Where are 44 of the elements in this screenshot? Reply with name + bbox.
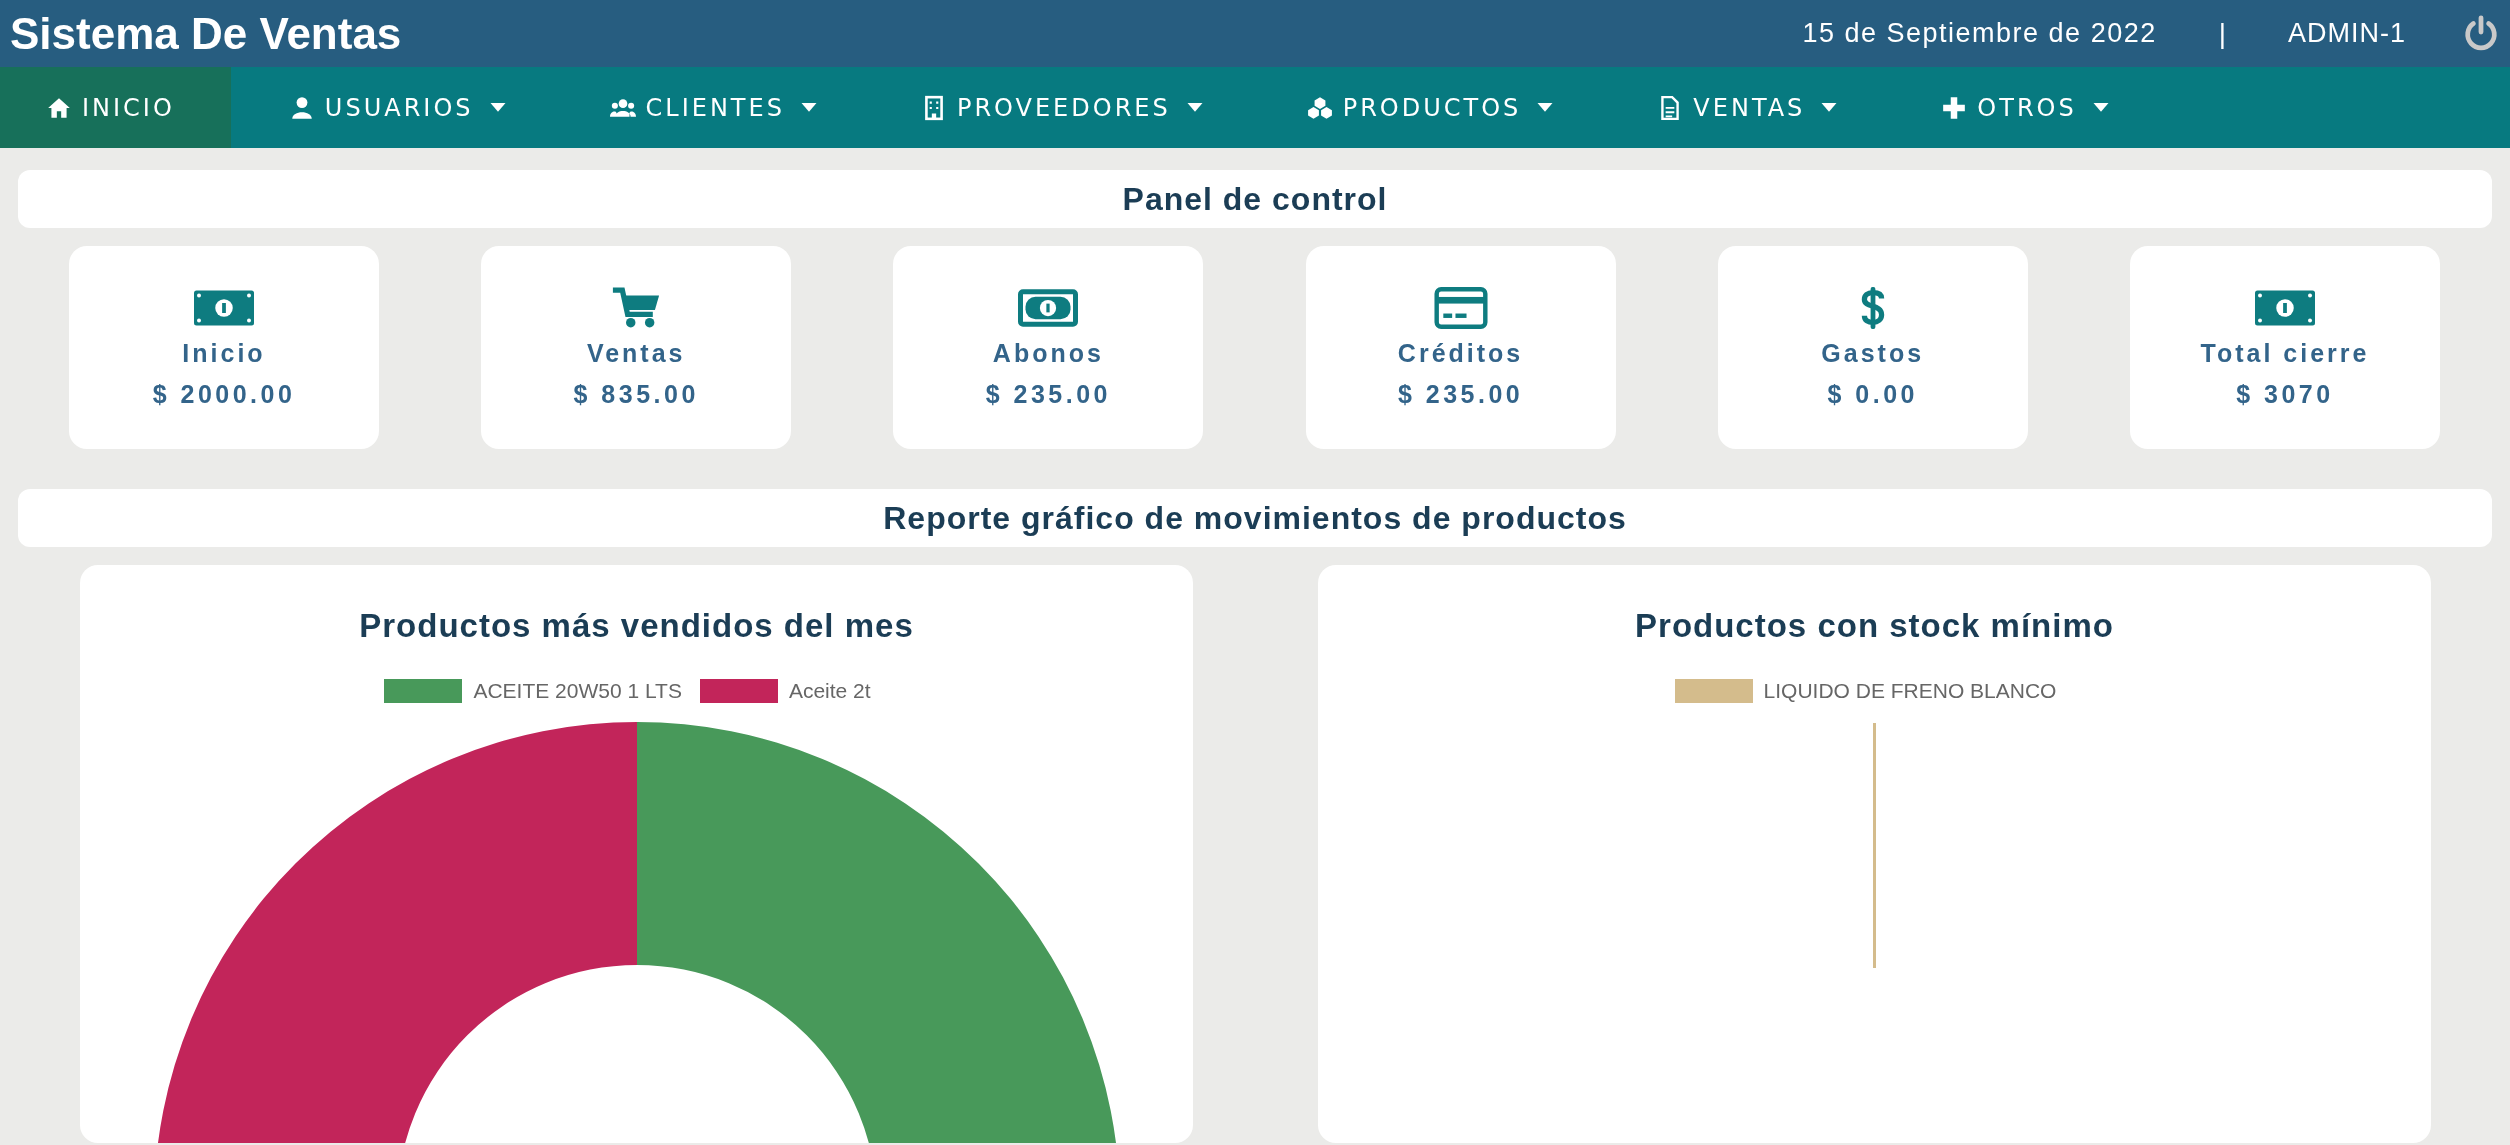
legend-label[interactable]: ACEITE 20W50 1 LTS (473, 679, 682, 703)
card-label: Créditos (1397, 338, 1524, 368)
card-label: Abonos (992, 338, 1104, 368)
legend-swatch[interactable] (384, 679, 463, 703)
legend-swatch[interactable] (1674, 679, 1753, 703)
app-title: Sistema De Ventas (10, 8, 402, 59)
plus-icon (1941, 94, 1968, 121)
menu-tab[interactable]: OTROS (1895, 67, 2167, 148)
card-value: $ 3070 (2236, 379, 2334, 409)
menu-label: VENTAS (1693, 93, 1806, 122)
card-label: Ventas (586, 338, 686, 368)
separator-text: | (2218, 17, 2226, 50)
power-icon[interactable] (2462, 14, 2500, 53)
menu-label: PROVEEDORES (956, 93, 1171, 122)
card-value: $ 0.00 (1827, 379, 1918, 409)
chart-title: Productos más vendidos del mes (359, 607, 914, 645)
menu-tab[interactable]: VENTAS (1611, 67, 1896, 148)
menu-label: PRODUCTOS (1342, 93, 1522, 122)
user-name: ADMIN-1 (2288, 18, 2406, 49)
menu-label: CLIENTES (645, 93, 785, 122)
menu-tab[interactable]: PRODUCTOS (1260, 67, 1612, 148)
cubes-icon (1306, 94, 1333, 121)
section-title: Reporte gráfico de movimientos de productos (18, 489, 2492, 547)
card-value: $ 235.00 (1397, 379, 1524, 409)
section-title: Panel de control (18, 170, 2492, 228)
date-text: 15 de Septiembre de 2022 (1802, 18, 2157, 49)
menu-label: USUARIOS (324, 93, 474, 122)
menu-label: OTROS (1977, 93, 2077, 122)
card-value: $ 835.00 (573, 379, 699, 409)
menu-tab[interactable]: INICIO (0, 67, 231, 148)
card-label: Total cierre (2200, 338, 2370, 368)
chart-title: Productos con stock mínimo (1635, 607, 2114, 645)
card-value: $ 235.00 (985, 379, 1112, 409)
menu-tab[interactable]: CLIENTES (563, 67, 875, 148)
card-label: Gastos (1821, 338, 1925, 368)
legend-label[interactable]: LIQUIDO DE FRENO BLANCO (1763, 679, 2057, 703)
menu-tab[interactable]: PROVEEDORES (874, 67, 1261, 148)
card-label: Inicio (182, 338, 266, 368)
card-value: $ 2000.00 (152, 379, 296, 409)
menu-tab[interactable]: USUARIOS (242, 67, 564, 148)
legend-label[interactable]: Aceite 2t (788, 679, 871, 703)
menu-label: INICIO (82, 93, 175, 122)
legend-swatch[interactable] (699, 679, 778, 703)
banknote-icon (1018, 286, 1079, 329)
